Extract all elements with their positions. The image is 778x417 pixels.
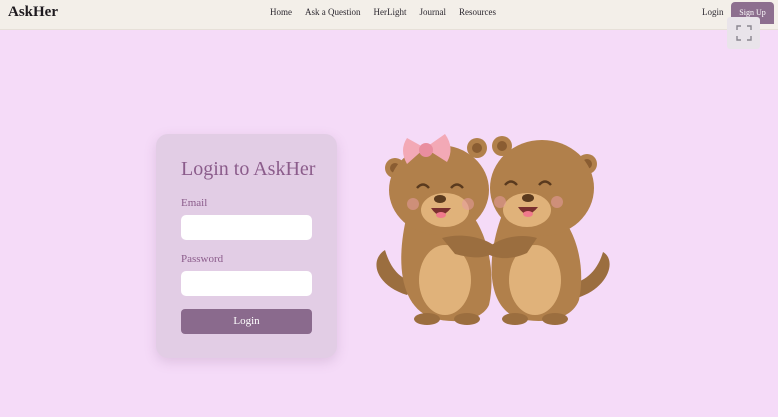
fullscreen-button[interactable] [727, 17, 760, 49]
nav-link-journal[interactable]: Journal [420, 7, 447, 17]
fullscreen-icon [735, 25, 752, 41]
email-field[interactable] [181, 215, 312, 240]
login-card: Login to AskHer Email Password Login [156, 134, 337, 358]
nav-link-ask-question[interactable]: Ask a Question [305, 7, 361, 17]
nav-link-resources[interactable]: Resources [459, 7, 496, 17]
top-navbar: AskHer Home Ask a Question HerLight Jour… [0, 0, 778, 30]
password-field[interactable] [181, 271, 312, 296]
nav-link-home[interactable]: Home [270, 7, 292, 17]
login-title: Login to AskHer [181, 158, 316, 180]
nav-links: Home Ask a Question HerLight Journal Res… [270, 7, 496, 17]
password-label: Password [181, 253, 224, 265]
email-label: Email [181, 197, 208, 209]
nav-login-link[interactable]: Login [702, 7, 724, 17]
brand-logo[interactable]: AskHer [8, 4, 58, 21]
login-submit-button[interactable]: Login [181, 309, 312, 334]
nav-link-herlight[interactable]: HerLight [374, 7, 407, 17]
two-otters-hugging-illustration [376, 134, 610, 325]
